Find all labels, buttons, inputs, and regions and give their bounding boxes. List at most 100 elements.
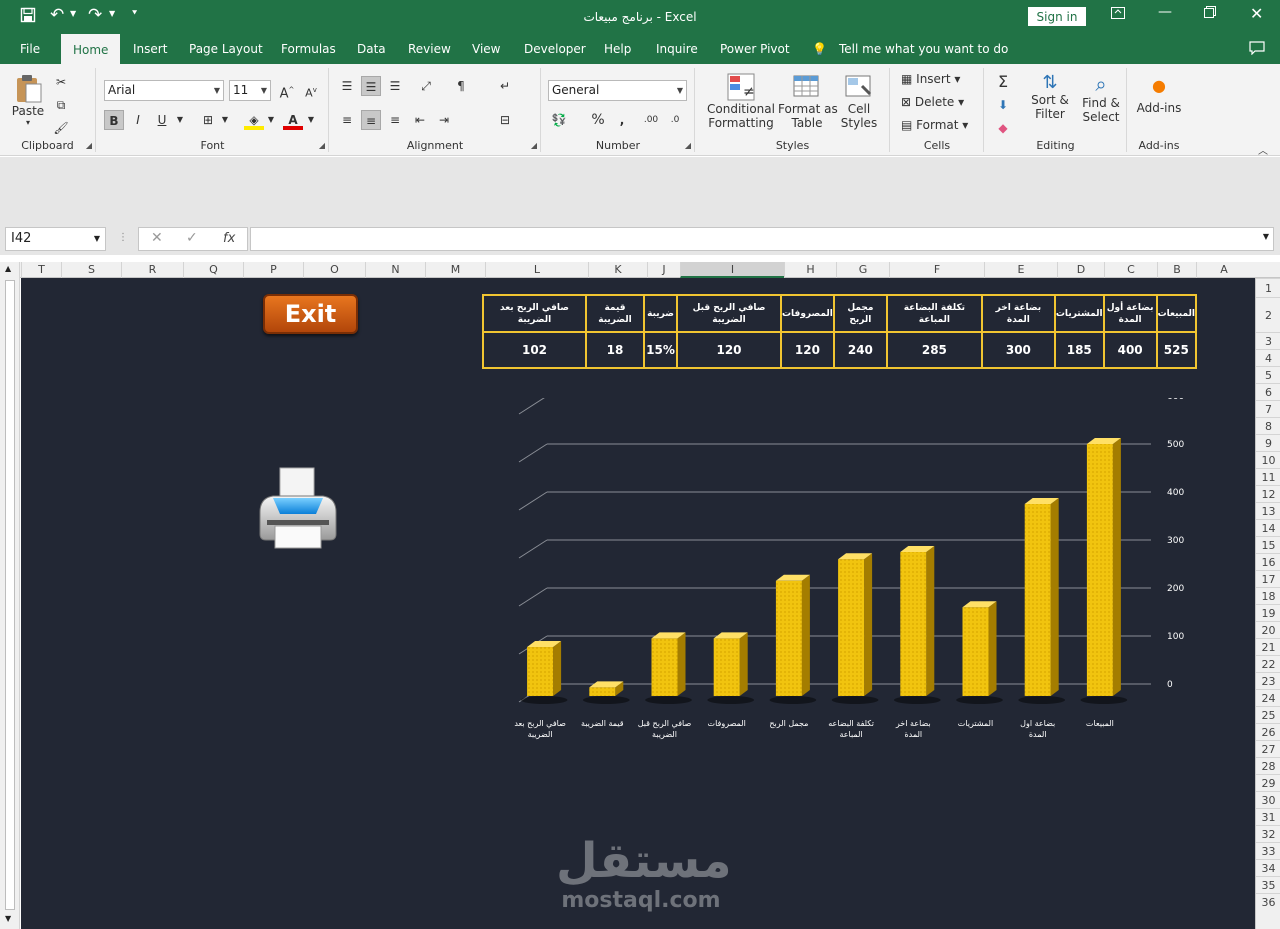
column-header-L[interactable]: L <box>485 262 588 278</box>
header-cell[interactable]: المبيعات <box>1155 294 1197 333</box>
row-header-10[interactable]: 10 <box>1256 451 1280 468</box>
value-cell[interactable]: 240 <box>832 331 888 369</box>
row-header-1[interactable]: 1 <box>1256 278 1280 297</box>
align-middle-icon[interactable]: ☰ <box>361 76 381 96</box>
delete-cells-button[interactable]: ⊠ Delete ▾ <box>901 95 964 109</box>
number-format-box[interactable]: General ▼ <box>548 80 687 101</box>
insert-cells-button[interactable]: ▦ Insert ▾ <box>901 72 960 86</box>
addins-button[interactable]: ● Add-ins <box>1134 76 1184 115</box>
font-color-icon[interactable]: A <box>283 110 303 130</box>
increase-indent-icon[interactable]: ⇥ <box>434 110 454 130</box>
column-header-B[interactable]: B <box>1157 262 1196 278</box>
header-cell[interactable]: تكلفة البضاعة المباعة <box>885 294 983 333</box>
decrease-decimal-icon[interactable]: .0 <box>665 110 685 130</box>
header-cell[interactable]: صافي الربح بعد الضريبة <box>482 294 587 333</box>
header-cell[interactable]: بضاعة اخر المدة <box>980 294 1056 333</box>
header-cell[interactable]: ضريبة <box>643 294 678 333</box>
scrollbar-thumb[interactable] <box>5 280 15 910</box>
row-header-8[interactable]: 8 <box>1256 417 1280 434</box>
exit-button[interactable]: Exit <box>263 294 358 334</box>
printer-icon[interactable] <box>253 464 343 557</box>
column-header-E[interactable]: E <box>984 262 1057 278</box>
row-header-26[interactable]: 26 <box>1256 723 1280 740</box>
underline-dropdown-icon[interactable]: ▼ <box>170 110 190 130</box>
bar[interactable] <box>1024 504 1051 696</box>
tab-developer[interactable]: Developer <box>524 34 586 64</box>
column-header-P[interactable]: P <box>243 262 303 278</box>
comments-icon[interactable] <box>1249 41 1265 59</box>
fill-icon[interactable]: ⬇ <box>993 95 1013 115</box>
row-header-17[interactable]: 17 <box>1256 570 1280 587</box>
tab-insert[interactable]: Insert <box>133 34 167 64</box>
borders-dropdown-icon[interactable]: ▼ <box>215 110 235 130</box>
sign-in-button[interactable]: Sign in <box>1028 7 1086 26</box>
row-header-18[interactable]: 18 <box>1256 587 1280 604</box>
row-header-24[interactable]: 24 <box>1256 689 1280 706</box>
tab-page-layout[interactable]: Page Layout <box>189 34 263 64</box>
row-header-4[interactable]: 4 <box>1256 349 1280 366</box>
font-size-box[interactable]: 11 ▼ <box>229 80 271 101</box>
underline-button[interactable]: U <box>152 110 172 130</box>
tab-inquire[interactable]: Inquire <box>656 34 698 64</box>
comma-style-icon[interactable]: , <box>612 110 632 130</box>
row-header-6[interactable]: 6 <box>1256 383 1280 400</box>
alignment-launcher-icon[interactable]: ◢ <box>531 141 537 150</box>
header-cell[interactable]: المشتريات <box>1053 294 1105 333</box>
vertical-scrollbar[interactable]: ▲ ▼ <box>0 262 20 929</box>
tell-me-search[interactable]: Tell me what you want to do <box>839 34 1008 64</box>
scroll-down-icon[interactable]: ▼ <box>5 914 11 923</box>
column-header-I[interactable]: I <box>680 262 784 278</box>
percent-style-icon[interactable]: % <box>588 110 608 130</box>
format-cells-button[interactable]: ▤ Format ▾ <box>901 118 968 132</box>
value-cell[interactable]: 102 <box>482 331 587 369</box>
tab-help[interactable]: Help <box>604 34 631 64</box>
cell-styles-button[interactable]: Cell Styles <box>837 72 881 130</box>
column-header-S[interactable]: S <box>61 262 121 278</box>
column-header-D[interactable]: D <box>1057 262 1104 278</box>
text-direction-icon[interactable]: ¶ <box>451 76 471 96</box>
format-painter-icon[interactable]: 🖌 <box>51 118 71 138</box>
row-header-22[interactable]: 22 <box>1256 655 1280 672</box>
restore-icon[interactable] <box>1204 6 1216 22</box>
column-header-N[interactable]: N <box>365 262 425 278</box>
column-header-C[interactable]: C <box>1104 262 1157 278</box>
bar[interactable] <box>589 687 616 696</box>
sort-filter-button[interactable]: ⇅ Sort & Filter <box>1029 72 1071 121</box>
collapse-ribbon-icon[interactable]: ︿ <box>1258 142 1268 157</box>
row-header-30[interactable]: 30 <box>1256 791 1280 808</box>
value-cell[interactable]: 120 <box>780 331 835 369</box>
cancel-icon[interactable]: ✕ <box>151 230 163 246</box>
value-cell[interactable]: 18 <box>585 331 645 369</box>
align-right-icon[interactable]: ≡ <box>385 110 405 130</box>
tab-data[interactable]: Data <box>357 34 386 64</box>
align-left-icon[interactable]: ≡ <box>337 110 357 130</box>
font-launcher-icon[interactable]: ◢ <box>319 141 325 150</box>
row-header-21[interactable]: 21 <box>1256 638 1280 655</box>
align-bottom-icon[interactable]: ☰ <box>385 76 405 96</box>
worksheet[interactable]: Exit المبيعات بضاعة أول المدة المشتريات … <box>21 278 1255 929</box>
clipboard-launcher-icon[interactable]: ◢ <box>86 141 92 150</box>
merge-center-icon[interactable]: ⊟ <box>495 110 515 130</box>
enter-icon[interactable]: ✓ <box>186 230 198 246</box>
font-color-dropdown-icon[interactable]: ▼ <box>301 110 321 130</box>
column-header-A[interactable]: A <box>1196 262 1251 278</box>
column-header-Q[interactable]: Q <box>183 262 243 278</box>
paste-button[interactable]: Paste ▾ <box>10 72 46 127</box>
tab-power-pivot[interactable]: Power Pivot <box>720 34 790 64</box>
insert-function-icon[interactable]: fx <box>223 231 235 246</box>
value-cell[interactable]: 185 <box>1053 331 1105 369</box>
bar[interactable] <box>775 580 802 696</box>
accounting-format-icon[interactable]: 💱 <box>549 110 569 130</box>
bar[interactable] <box>838 559 865 696</box>
italic-button[interactable]: I <box>128 110 148 130</box>
bar[interactable] <box>900 552 927 696</box>
column-header-J[interactable]: J <box>647 262 680 278</box>
ribbon-display-options-icon[interactable] <box>1111 7 1125 23</box>
value-cell[interactable]: 15% <box>643 331 678 369</box>
scroll-up-icon[interactable]: ▲ <box>5 264 11 273</box>
column-header-M[interactable]: M <box>425 262 485 278</box>
value-cell[interactable]: 285 <box>885 331 983 369</box>
font-name-box[interactable]: Arial ▼ <box>104 80 224 101</box>
bold-button[interactable]: B <box>104 110 124 130</box>
tab-review[interactable]: Review <box>408 34 451 64</box>
